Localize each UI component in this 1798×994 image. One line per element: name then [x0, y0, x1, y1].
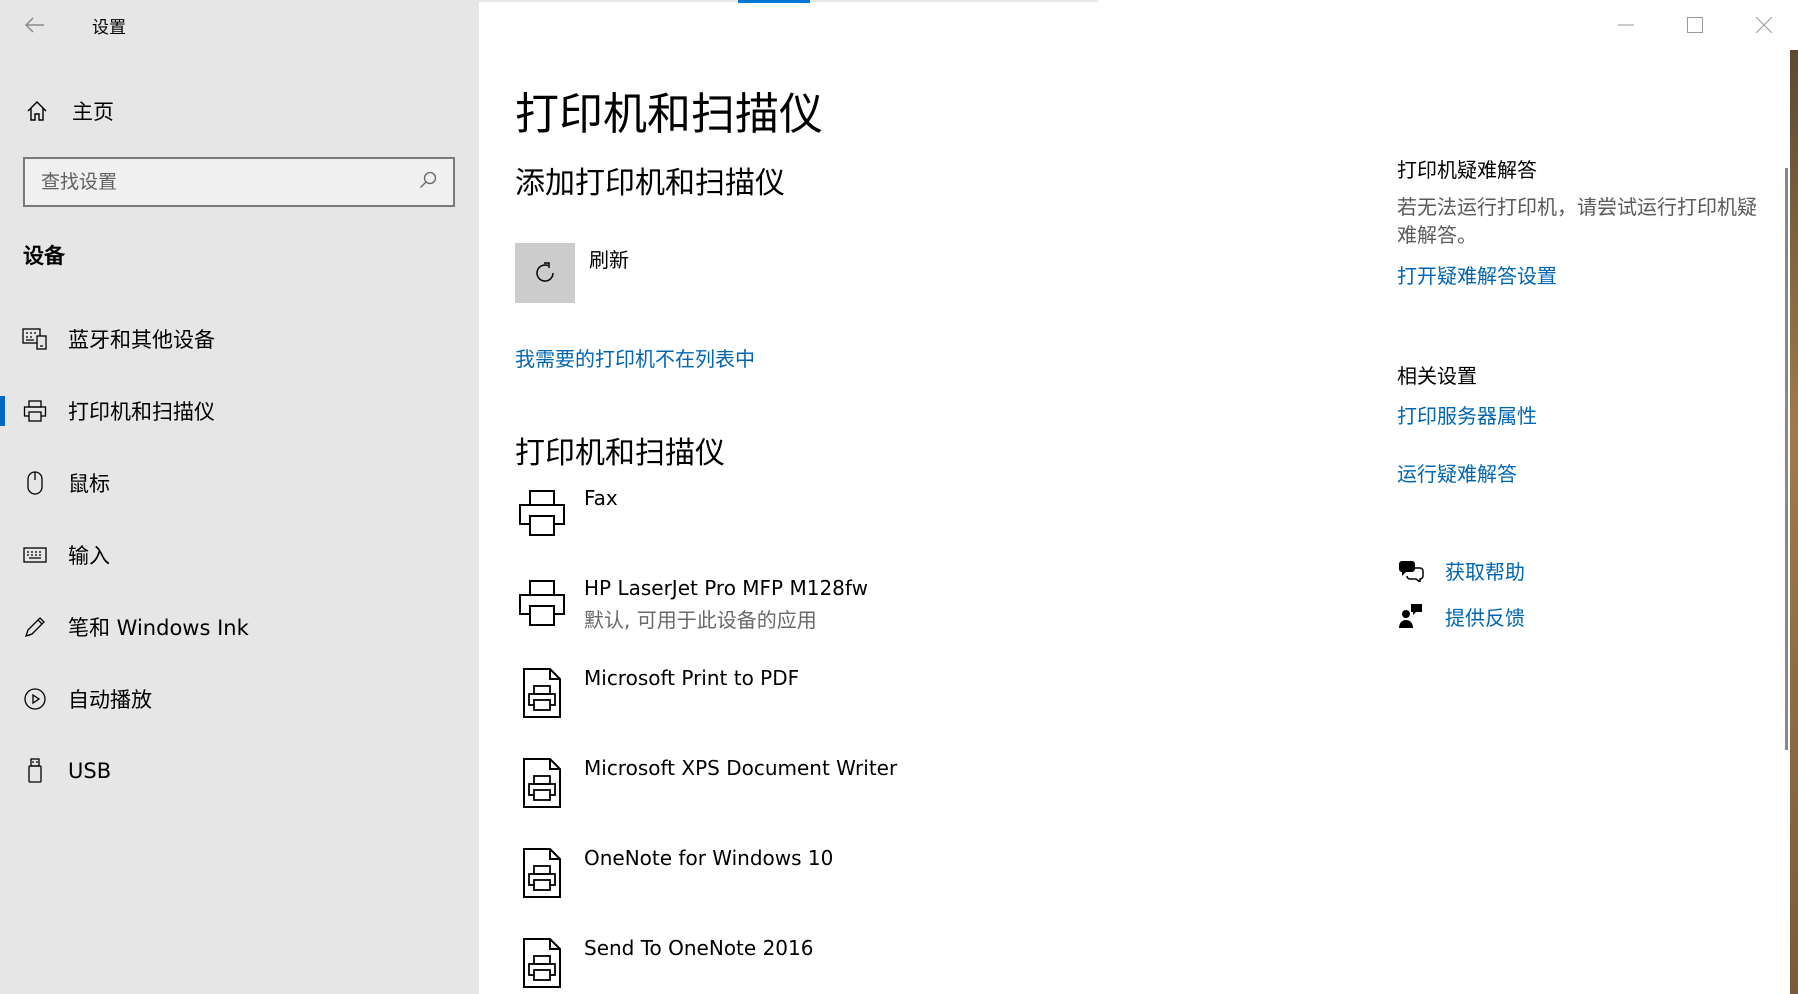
sidebar-item-autoplay[interactable]: 自动播放 [0, 671, 479, 727]
document-printer-icon [515, 756, 569, 810]
run-troubleshooter-link[interactable]: 运行疑难解答 [1397, 458, 1517, 487]
sidebar: 设置 主页 设备 蓝牙和其他设备 打印机和扫描仪 [0, 0, 479, 994]
give-feedback-label: 提供反馈 [1445, 605, 1525, 630]
usb-icon [22, 758, 48, 784]
printer-not-listed-link[interactable]: 我需要的打印机不在列表中 [515, 343, 755, 372]
desktop-edge [1790, 50, 1798, 994]
sidebar-item-label: USB [68, 759, 112, 783]
printer-item-onenote[interactable]: OneNote for Windows 10 [515, 846, 1315, 926]
sidebar-item-label: 自动播放 [68, 688, 152, 712]
back-button[interactable] [0, 0, 70, 50]
printer-name: Microsoft Print to PDF [584, 666, 800, 690]
keyboard-icon [22, 542, 48, 568]
troubleshoot-heading: 打印机疑难解答 [1397, 158, 1537, 182]
feedback-icon [1397, 602, 1425, 630]
sidebar-item-label: 鼠标 [68, 472, 110, 496]
printer-name: HP LaserJet Pro MFP M128fw [584, 576, 868, 600]
settings-window: 设置 主页 设备 蓝牙和其他设备 打印机和扫描仪 [0, 0, 1798, 994]
printer-item-xps[interactable]: Microsoft XPS Document Writer [515, 756, 1315, 836]
sidebar-item-label: 主页 [72, 100, 114, 124]
home-icon [25, 99, 49, 123]
refresh-icon [536, 262, 554, 282]
back-arrow-icon [25, 17, 44, 33]
sidebar-item-bluetooth[interactable]: 蓝牙和其他设备 [0, 311, 479, 367]
open-troubleshoot-settings-link[interactable]: 打开疑难解答设置 [1397, 260, 1557, 289]
sidebar-item-label: 输入 [68, 544, 110, 568]
page-title: 打印机和扫描仪 [515, 89, 823, 140]
printer-item-hp[interactable]: HP LaserJet Pro MFP M128fw 默认, 可用于此设备的应用 [515, 576, 1315, 656]
refresh-label[interactable]: 刷新 [589, 244, 629, 273]
keyboard-device-icon [22, 326, 48, 352]
printer-item-fax[interactable]: Fax [515, 486, 1315, 566]
printer-name: OneNote for Windows 10 [584, 846, 834, 870]
section-heading: 设备 [23, 244, 65, 268]
related-settings-heading: 相关设置 [1397, 364, 1477, 388]
maximize-icon [1686, 17, 1703, 33]
mouse-icon [22, 470, 48, 496]
printer-icon [22, 398, 48, 424]
printer-name: Fax [584, 486, 618, 510]
search-icon[interactable] [419, 171, 437, 193]
troubleshoot-text: 若无法运行打印机，请尝试运行打印机疑难解答。 [1397, 195, 1757, 247]
printers-list-heading: 打印机和扫描仪 [515, 436, 725, 471]
add-printer-heading: 添加打印机和扫描仪 [515, 166, 785, 201]
sidebar-item-pen[interactable]: 笔和 Windows Ink [0, 599, 479, 655]
refresh-button[interactable] [515, 243, 575, 303]
sidebar-item-mouse[interactable]: 鼠标 [0, 455, 479, 511]
sidebar-item-printers[interactable]: 打印机和扫描仪 [0, 383, 479, 439]
print-server-properties-link[interactable]: 打印服务器属性 [1397, 400, 1537, 429]
app-title: 设置 [92, 18, 126, 38]
sidebar-item-usb[interactable]: USB [0, 743, 479, 799]
document-printer-icon [515, 666, 569, 720]
search-box[interactable] [23, 157, 455, 207]
sidebar-item-label: 蓝牙和其他设备 [68, 328, 215, 352]
give-feedback-link[interactable]: 提供反馈 [1397, 599, 1525, 633]
printer-item-pdf[interactable]: Microsoft Print to PDF [515, 666, 1315, 746]
document-printer-icon [515, 846, 569, 900]
printer-name: Microsoft XPS Document Writer [584, 756, 898, 780]
minimize-button[interactable] [1591, 0, 1660, 50]
document-printer-icon [515, 936, 569, 990]
printer-icon [515, 486, 569, 540]
minimize-icon [1617, 24, 1634, 26]
sidebar-item-label: 笔和 Windows Ink [68, 616, 249, 640]
window-controls [1591, 0, 1798, 50]
printer-icon [515, 576, 569, 630]
get-help-label: 获取帮助 [1445, 559, 1525, 584]
maximize-button[interactable] [1660, 0, 1729, 50]
printer-item-onenote-2016[interactable]: Send To OneNote 2016 [515, 936, 1315, 994]
sidebar-item-home[interactable]: 主页 [0, 88, 479, 134]
progress-accent [738, 0, 810, 3]
close-button[interactable] [1729, 0, 1798, 50]
pen-icon [22, 614, 48, 640]
printer-status: 默认, 可用于此设备的应用 [584, 608, 817, 632]
close-icon [1755, 17, 1772, 33]
sidebar-item-typing[interactable]: 输入 [0, 527, 479, 583]
scrollbar[interactable] [1785, 168, 1788, 750]
chat-help-icon [1397, 556, 1425, 584]
search-input[interactable] [41, 171, 401, 193]
printer-name: Send To OneNote 2016 [584, 936, 814, 960]
sidebar-item-label: 打印机和扫描仪 [68, 400, 215, 424]
get-help-link[interactable]: 获取帮助 [1397, 553, 1525, 587]
autoplay-icon [22, 686, 48, 712]
